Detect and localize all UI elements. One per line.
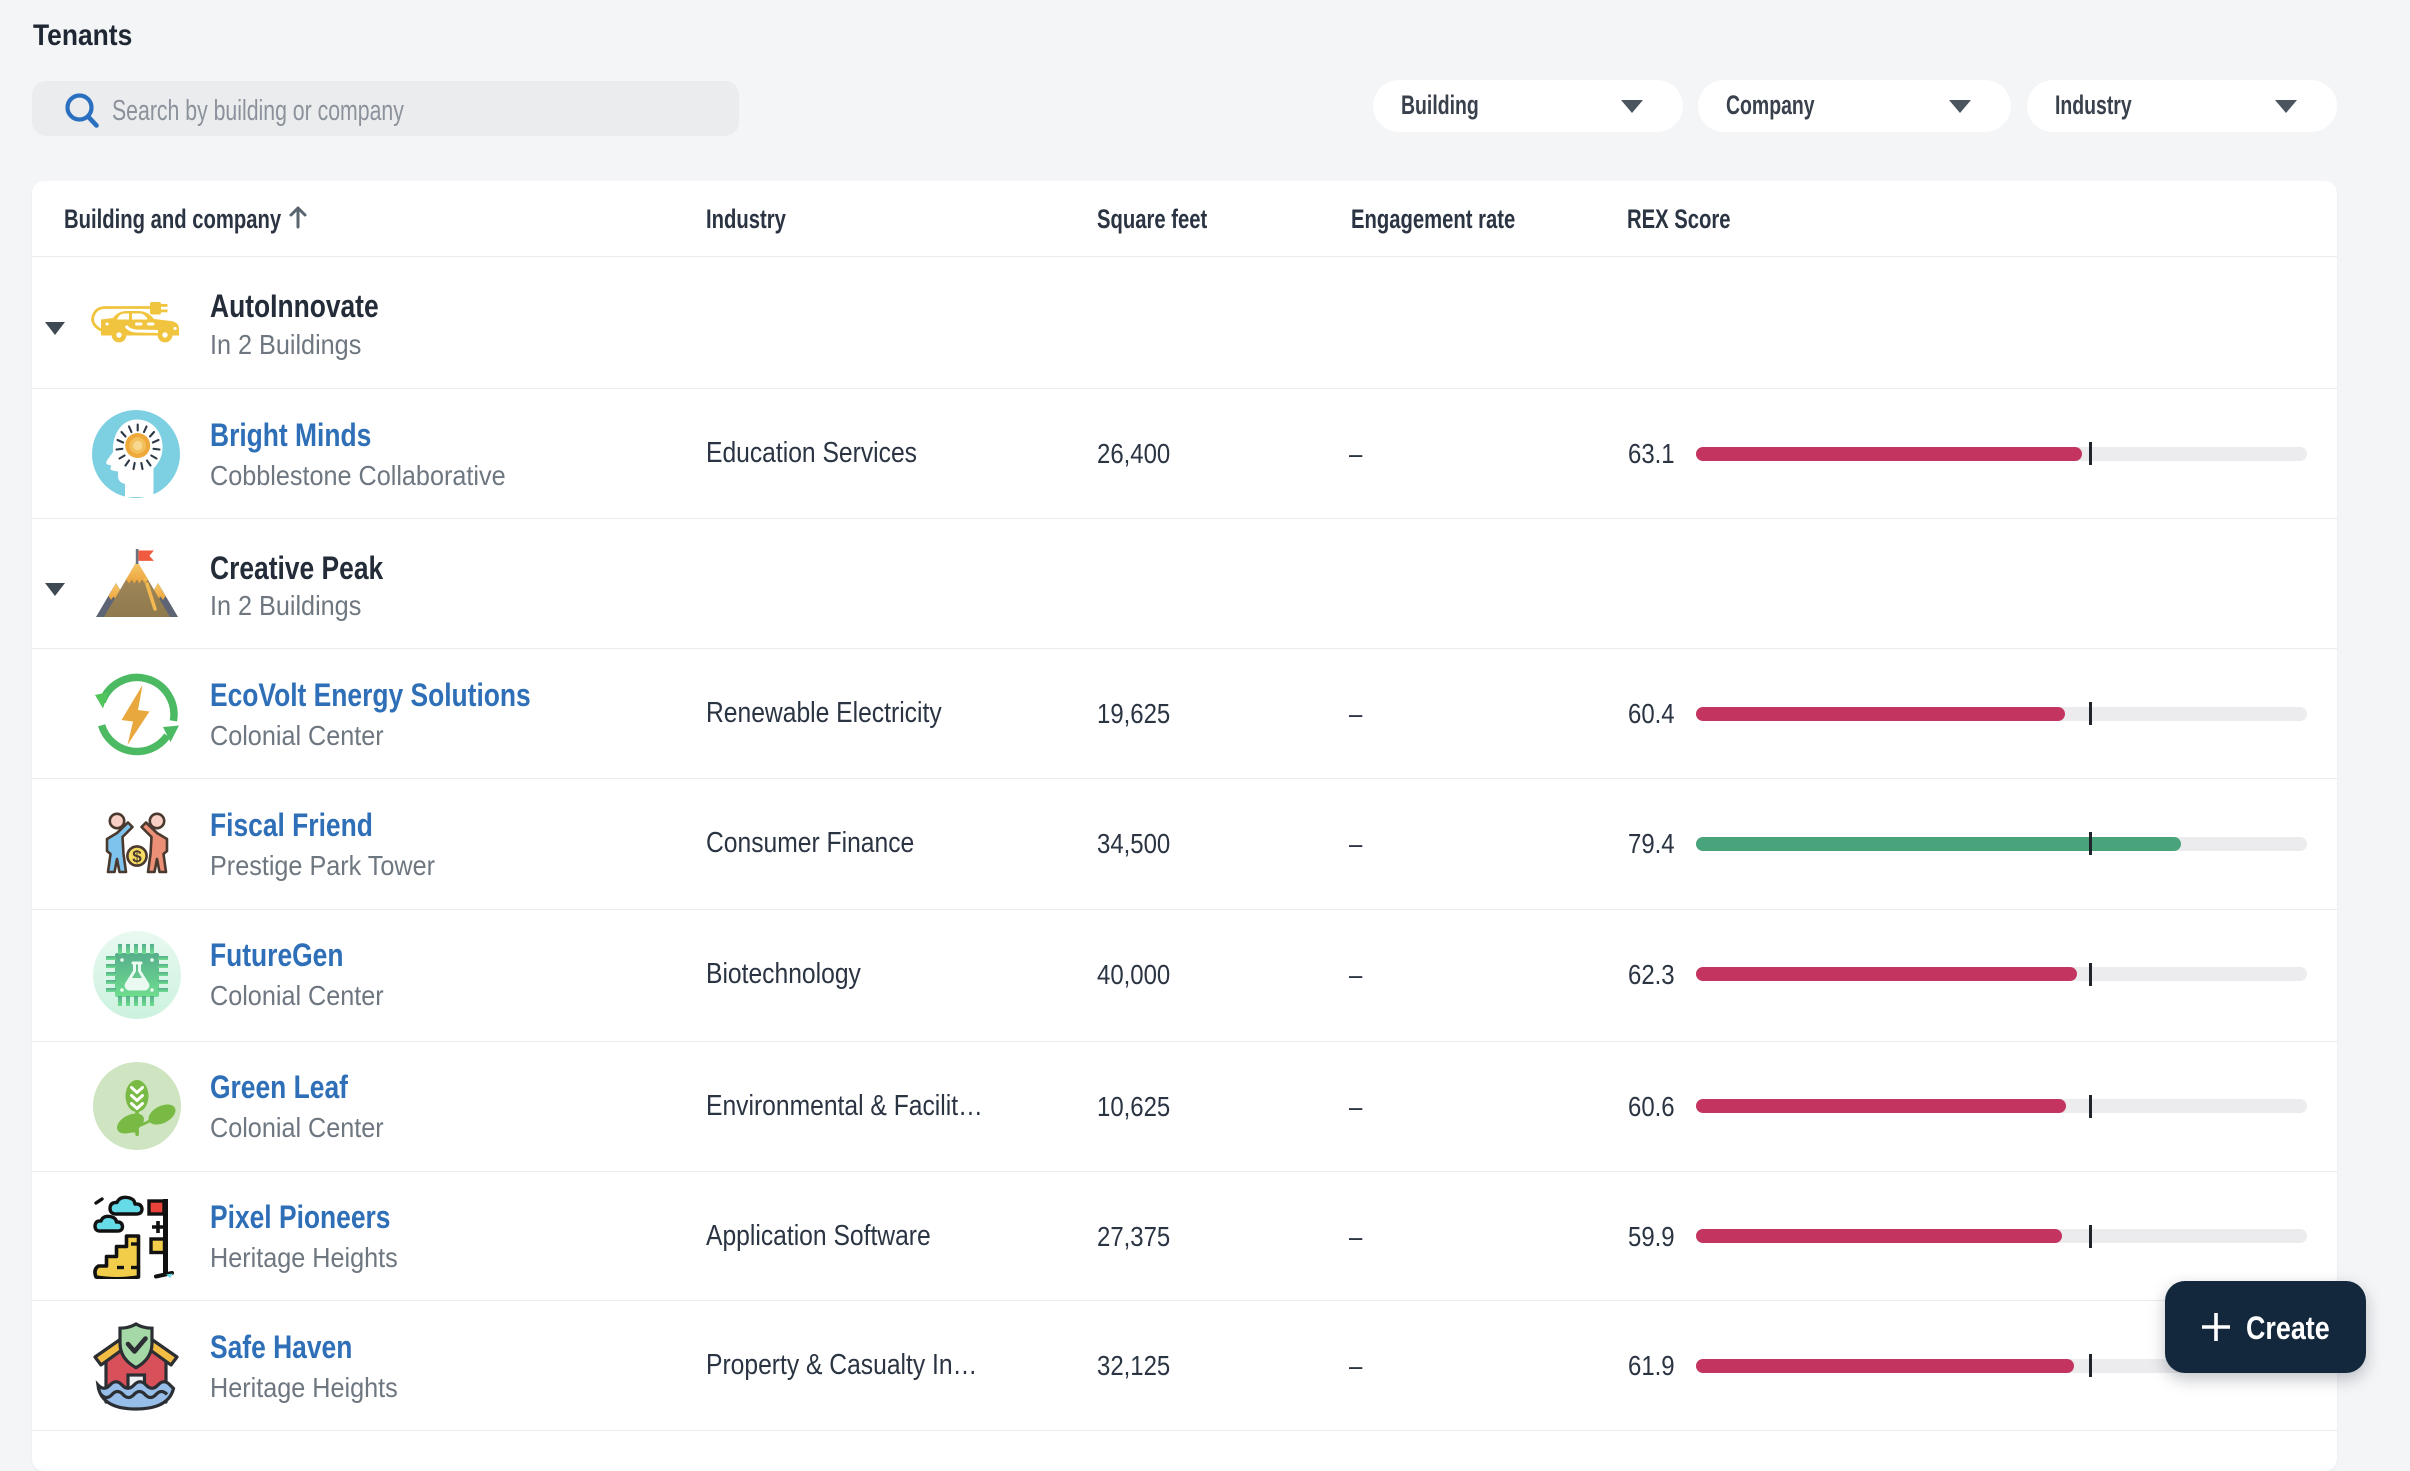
svg-text:$: $ [132,847,142,866]
